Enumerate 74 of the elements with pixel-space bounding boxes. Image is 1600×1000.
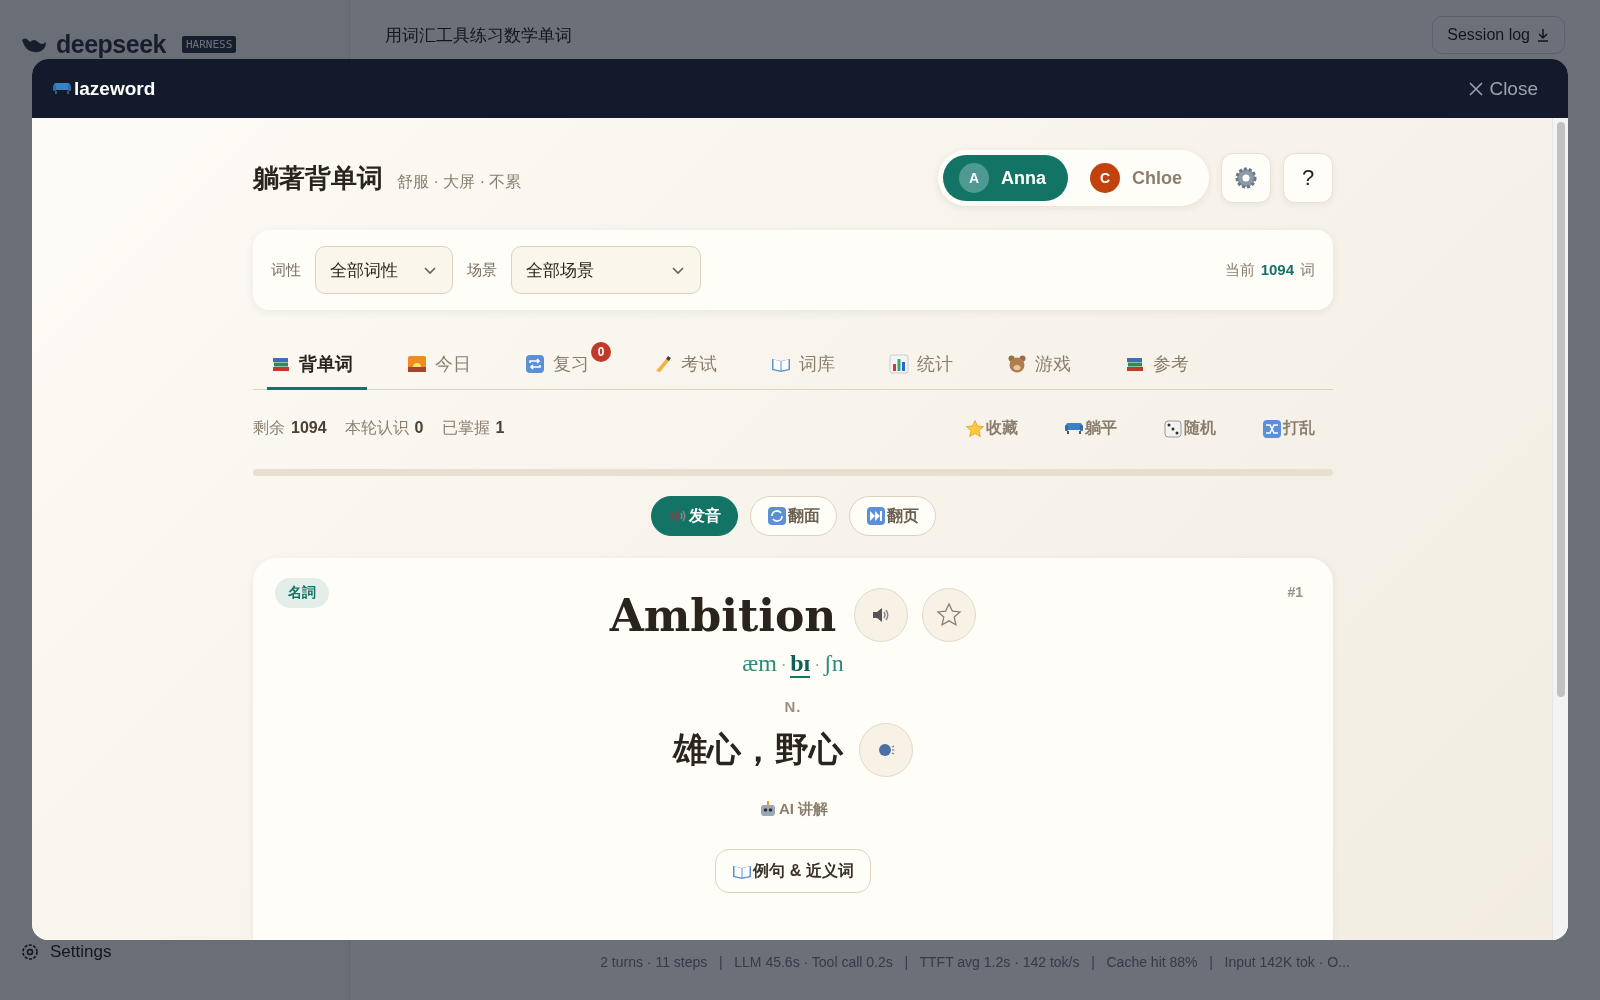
tab[interactable]: 背单词 <box>267 340 367 390</box>
ai-explain-button[interactable]: AI 讲解 <box>757 799 829 820</box>
syllable-separator: · <box>814 657 820 675</box>
syllable: ʃn <box>823 650 844 678</box>
couch-icon <box>52 82 72 95</box>
gear-icon <box>1234 166 1258 190</box>
syllable: bɪ <box>790 650 811 679</box>
part-of-speech-tag: 名詞 <box>275 578 329 608</box>
settings-button[interactable] <box>1221 153 1271 203</box>
pronounce-button[interactable] <box>854 588 909 642</box>
tab[interactable]: 今日 <box>403 340 485 390</box>
refresh-icon <box>766 506 787 526</box>
action-button[interactable]: 打乱 <box>1262 418 1315 439</box>
stat-text: 本轮认识 0 <box>344 418 424 438</box>
harness-tag: HARNESS <box>181 36 237 53</box>
session-log-button[interactable]: Session log <box>1432 16 1565 54</box>
word-count: 当前 1094 词 <box>1224 260 1315 280</box>
sunrise-icon <box>407 353 427 374</box>
filter-label: 词性 <box>271 260 301 280</box>
action-button[interactable]: 收藏 <box>965 418 1018 439</box>
app-subtitle: 舒服 · 大屏 · 不累 <box>397 171 522 192</box>
tab[interactable]: 词库 <box>767 340 849 390</box>
meaning: 雄心，野心 <box>673 729 843 771</box>
mode-button[interactable]: 发音 <box>650 496 738 536</box>
part-of-speech: N. <box>784 698 802 716</box>
syllable: æm <box>742 650 777 678</box>
card-number: #1 <box>1287 584 1303 600</box>
settings-icon <box>20 942 40 962</box>
speaker-icon <box>667 506 688 526</box>
shuffle-icon <box>1262 418 1282 439</box>
examples-button[interactable]: 例句 & 近义词 <box>715 849 871 894</box>
close-button[interactable]: Close <box>1469 77 1538 100</box>
stat-text: 已掌握 1 <box>441 418 505 438</box>
scrollbar[interactable] <box>1552 118 1568 940</box>
mode-button[interactable]: 翻面 <box>749 496 837 536</box>
couch-icon <box>1064 422 1084 435</box>
download-icon <box>1536 28 1550 42</box>
user-button[interactable]: A Anna <box>943 155 1068 201</box>
chat-title: 用词汇工具练习数学单词 <box>385 24 572 47</box>
skip-forward-icon <box>865 506 886 526</box>
star-icon <box>936 602 963 628</box>
mode-button[interactable]: 翻页 <box>848 496 936 536</box>
tab[interactable]: 考试 <box>649 340 731 390</box>
tab[interactable]: 复习 0 <box>521 340 613 390</box>
logo-text: deepseek <box>56 30 166 59</box>
dice-icon <box>1163 418 1183 439</box>
tab[interactable]: 游戏 <box>1003 340 1085 390</box>
favorite-button[interactable] <box>922 588 977 642</box>
speak-meaning-button[interactable] <box>859 723 913 778</box>
syllable-separator: · <box>780 657 787 675</box>
word: Ambition <box>609 589 837 641</box>
writing-hand-icon <box>653 353 673 374</box>
status-text: 2 turns · 11 steps | LLM 45.6s · Tool call 0.2s | TTFT avg 1.2s · 142 tok/s | Cache hit 88% | Input 142K tok · O... <box>600 954 1350 970</box>
count-badge: 0 <box>591 342 611 362</box>
repeat-icon <box>525 353 545 374</box>
app-title: 躺著背单词 <box>253 161 383 195</box>
bar-chart-icon <box>889 353 909 374</box>
close-icon <box>1469 81 1484 96</box>
star-icon <box>965 418 985 439</box>
stat-text: 剩余 1094 <box>253 418 327 438</box>
modal-title: lazeword <box>52 77 156 100</box>
action-button[interactable]: 随机 <box>1163 418 1216 439</box>
filter-label: 场景 <box>467 260 497 280</box>
tab[interactable]: 统计 <box>885 340 967 390</box>
tab[interactable]: 参考 <box>1121 340 1203 390</box>
help-button[interactable]: ? <box>1283 153 1333 203</box>
filter-select[interactable]: 全部词性 <box>315 246 453 294</box>
action-button[interactable]: 躺平 <box>1064 418 1117 439</box>
bear-icon <box>1007 353 1027 374</box>
settings-link[interactable]: Settings <box>20 942 329 962</box>
avatar: A <box>959 163 989 193</box>
avatar: C <box>1090 163 1120 193</box>
filter-select[interactable]: 全部场景 <box>511 246 701 294</box>
user-button[interactable]: C Chloe <box>1074 155 1204 201</box>
